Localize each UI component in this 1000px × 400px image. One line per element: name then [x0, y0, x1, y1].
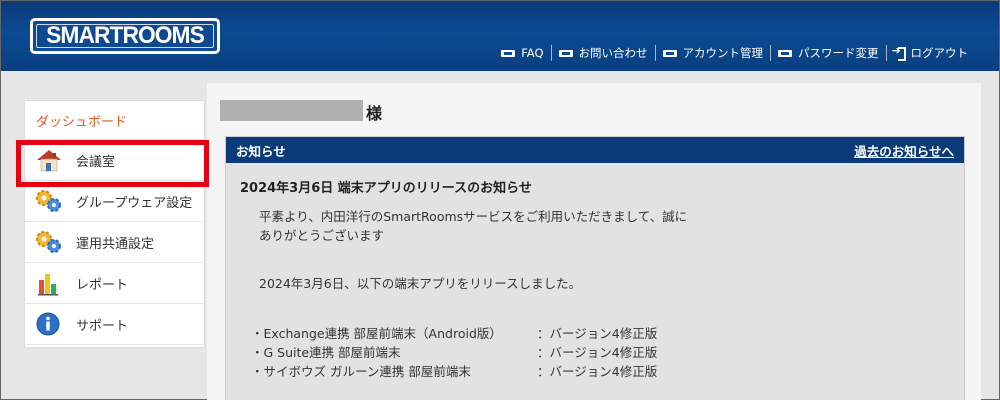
sidebar-item-support[interactable]: サポート [25, 304, 204, 345]
release-item: ・G Suite連携 部屋前端末 ：バージョン4修正版 [251, 345, 658, 360]
bar-chart-icon [34, 270, 64, 296]
gears-icon [34, 188, 64, 214]
notice-paragraph: 2024年3月6日、以下の端末アプリをリリースしました。 [259, 276, 582, 291]
past-notices-link[interactable]: 過去のお知らせへ [854, 141, 954, 160]
info-icon [34, 311, 64, 337]
nav-contact[interactable]: お問い合わせ [552, 45, 655, 61]
sidebar-heading-dashboard[interactable]: ダッシュボード [25, 101, 204, 140]
top-nav: FAQ お問い合わせ アカウント管理 パスワード変更 ログアウト [494, 44, 975, 62]
sidebar-item-label: 運用共通設定 [76, 236, 155, 252]
logo-text: SMARTROOMS [46, 22, 205, 49]
sidebar-item-groupware-settings[interactable]: グループウェア設定 [25, 181, 204, 222]
user-honorific: 様 [366, 104, 383, 123]
sidebar-item-label: サポート [76, 318, 129, 334]
list-icon [662, 49, 677, 57]
notice-panel: お知らせ 過去のお知らせへ 2024年3月6日 端末アプリのリリースのお知らせ … [225, 136, 965, 400]
notice-paragraph: ありがとうございます [259, 228, 385, 243]
notice-title: 2024年3月6日 端末アプリのリリースのお知らせ [240, 181, 532, 196]
nav-account[interactable]: アカウント管理 [656, 45, 771, 61]
sidebar-item-meeting-rooms[interactable]: 会議室 [25, 140, 204, 181]
redacted-user-name [220, 100, 363, 121]
gears-icon [34, 229, 64, 255]
sidebar: ダッシュボード 会議室 グループウェア設定 運用共通設定 レポート サポート [24, 100, 205, 348]
sidebar-item-report[interactable]: レポート [25, 263, 204, 304]
sidebar-item-label: 会議室 [76, 154, 116, 170]
list-icon [501, 49, 516, 57]
notice-paragraph: 平素より、内田洋行のSmartRoomsサービスをご利用いただきまして、誠に [259, 209, 688, 224]
header-bar: SMARTROOMS FAQ お問い合わせ アカウント管理 パスワード変更 ログ… [1, 1, 999, 71]
nav-password[interactable]: パスワード変更 [771, 45, 886, 61]
logout-icon [892, 44, 906, 61]
nav-faq[interactable]: FAQ [494, 46, 550, 60]
house-icon [34, 147, 64, 173]
sidebar-item-common-settings[interactable]: 運用共通設定 [25, 222, 204, 263]
sidebar-item-label: グループウェア設定 [76, 195, 193, 211]
list-icon [778, 49, 792, 57]
list-icon [558, 49, 573, 57]
notice-header: お知らせ 過去のお知らせへ [226, 137, 964, 163]
notice-body: 平素より、内田洋行のSmartRoomsサービスをご利用いただきまして、誠に あ… [251, 207, 688, 381]
notice-header-label: お知らせ [236, 143, 286, 159]
release-item: ・Exchange連携 部屋前端末（Android版） ：バージョン4修正版 [251, 326, 658, 341]
sidebar-item-label: レポート [76, 277, 129, 293]
smartrooms-logo[interactable]: SMARTROOMS [30, 18, 220, 54]
nav-logout[interactable]: ログアウト [887, 44, 976, 61]
release-item: ・サイボウズ ガルーン連携 部屋前端末 ：バージョン4修正版 [251, 364, 658, 379]
